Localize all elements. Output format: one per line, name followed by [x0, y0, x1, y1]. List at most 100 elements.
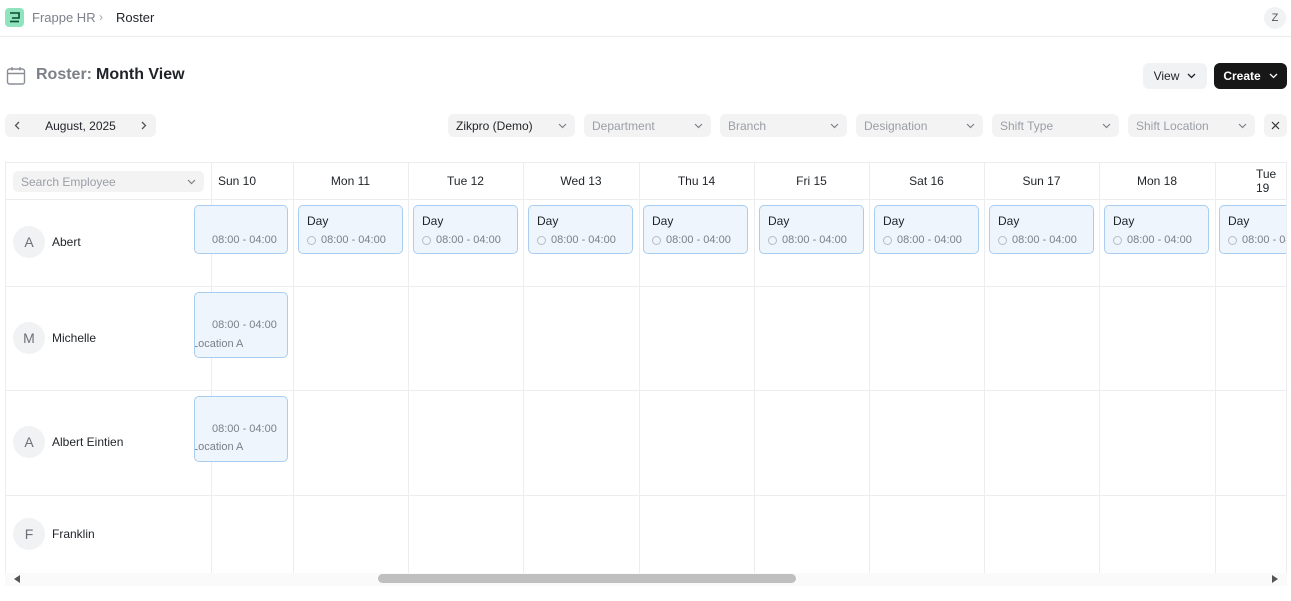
employee-row-header[interactable]: M Michelle [13, 322, 96, 354]
employee-row-header[interactable]: A Abert [13, 226, 81, 258]
shift-card[interactable]: Day 08:00 - 04:00 [989, 205, 1094, 254]
day-header: Tue 19 [1256, 167, 1277, 195]
roster-grid: Search Employee Sun 10 Mon 11 Tue 12 Wed… [5, 162, 1287, 573]
shift-time: 08:00 - 04:00 [652, 234, 731, 246]
logo-icon [10, 12, 20, 23]
shift-location: Location A [194, 338, 244, 350]
grid-divider [869, 163, 870, 573]
shift-card[interactable]: 08:00 - 04:00 Location A [194, 396, 288, 462]
shift-card[interactable]: Day 08:00 - 04:00 [298, 205, 403, 254]
chevron-down-icon [694, 123, 703, 128]
shift-type-filter[interactable]: Shift Type [992, 114, 1119, 137]
employee-row-header[interactable]: A Albert Eintien [13, 426, 123, 458]
frappe-hr-logo[interactable] [5, 8, 24, 27]
shift-card[interactable]: Day 08:00 - 04:00 [1219, 205, 1286, 254]
clock-icon [998, 235, 1007, 245]
month-navigator: August, 2025 [5, 114, 156, 137]
shift-card[interactable]: 08:00 - 04:00 [194, 205, 288, 254]
shift-time: 08:00 - 04:00 [212, 423, 277, 435]
scroll-right-arrow-icon[interactable] [1272, 575, 1278, 583]
department-filter[interactable]: Department [584, 114, 711, 137]
breadcrumb-current[interactable]: Roster [116, 10, 154, 25]
page-title-prefix: Roster: [36, 66, 93, 83]
next-month-button[interactable] [138, 120, 150, 132]
shift-time: 08:00 - 04:00 [537, 234, 616, 246]
user-avatar[interactable]: Z [1264, 7, 1286, 29]
grid-divider [6, 199, 1286, 200]
chevron-down-icon [187, 179, 196, 184]
grid-divider [1099, 163, 1100, 573]
shift-name: Day [998, 214, 1020, 228]
shift-name: Day [768, 214, 790, 228]
shift-time: 08:00 - 04:00 [998, 234, 1077, 246]
shift-card[interactable]: Day 08:00 - 04:00 [528, 205, 633, 254]
branch-filter-placeholder: Branch [728, 118, 767, 133]
scrollbar-thumb[interactable] [378, 574, 796, 583]
shift-time: 08:00 - 04:00 [212, 319, 277, 331]
shift-location-filter[interactable]: Shift Location [1128, 114, 1255, 137]
day-header: Wed 13 [560, 174, 602, 188]
breadcrumb-app[interactable]: Frappe HR [32, 10, 96, 25]
shift-time: 08:00 - 04:00 [1228, 234, 1286, 246]
designation-filter-placeholder: Designation [864, 118, 928, 133]
shift-card[interactable]: Day 08:00 - 04:00 [759, 205, 864, 254]
shift-card[interactable]: 08:00 - 04:00 Location A [194, 292, 288, 358]
grid-divider [293, 163, 294, 573]
grid-divider [6, 286, 1286, 287]
grid-divider [984, 163, 985, 573]
shift-name: Day [307, 214, 329, 228]
shift-name: Day [1228, 214, 1250, 228]
grid-divider [6, 495, 1286, 496]
grid-divider [1215, 163, 1216, 573]
shift-card[interactable]: Day 08:00 - 04:00 [1104, 205, 1209, 254]
branch-filter[interactable]: Branch [720, 114, 847, 137]
shift-card[interactable]: Day 08:00 - 04:00 [874, 205, 979, 254]
create-button[interactable]: Create [1214, 63, 1287, 89]
search-employee-placeholder: Search Employee [21, 174, 116, 189]
avatar: A [13, 226, 45, 258]
shift-name: Day [537, 214, 559, 228]
prev-month-button[interactable] [11, 120, 23, 132]
shift-name: Day [1113, 214, 1135, 228]
company-filter[interactable]: Zikpro (Demo) [448, 114, 575, 137]
breadcrumb-separator-icon: › [99, 10, 103, 24]
chevron-down-icon [1102, 123, 1111, 128]
clear-filters-button[interactable] [1264, 114, 1287, 137]
shift-time: 08:00 - 04:00 [307, 234, 386, 246]
day-header: Thu 14 [677, 174, 716, 188]
clock-icon [307, 235, 316, 245]
chevron-down-icon [1238, 123, 1247, 128]
company-filter-value: Zikpro (Demo) [456, 118, 533, 133]
search-employee-input[interactable]: Search Employee [13, 171, 204, 192]
employee-name: Franklin [52, 527, 95, 541]
shift-type-filter-placeholder: Shift Type [1000, 118, 1054, 133]
horizontal-scrollbar[interactable] [5, 573, 1287, 586]
day-header: Mon 11 [330, 174, 371, 188]
shift-name: Day [652, 214, 674, 228]
scroll-left-arrow-icon[interactable] [14, 575, 20, 583]
grid-divider [523, 163, 524, 573]
day-header: Sat 16 [909, 174, 944, 188]
close-icon [1271, 121, 1280, 130]
shift-card[interactable]: Day 08:00 - 04:00 [413, 205, 518, 254]
shift-time: 08:00 - 04:00 [422, 234, 501, 246]
designation-filter[interactable]: Designation [856, 114, 983, 137]
view-dropdown-button[interactable]: View [1143, 63, 1207, 89]
avatar: M [13, 322, 45, 354]
clock-icon [537, 235, 546, 245]
shift-location: Location A [194, 441, 244, 453]
employee-name: Michelle [52, 331, 97, 345]
chevron-right-icon [142, 121, 147, 130]
chevron-down-icon [558, 123, 567, 128]
day-header: Mon 18 [1136, 174, 1178, 188]
shift-card[interactable]: Day 08:00 - 04:00 [643, 205, 748, 254]
clock-icon [768, 235, 777, 245]
shift-name: Day [422, 214, 444, 228]
department-filter-placeholder: Department [592, 118, 655, 133]
create-button-label: Create [1223, 69, 1261, 83]
employee-row-header[interactable]: F Franklin [13, 518, 95, 550]
clock-icon [652, 235, 661, 245]
clock-icon [1228, 235, 1237, 245]
clock-icon [1113, 235, 1122, 245]
day-header: Sun 10 [218, 174, 257, 188]
